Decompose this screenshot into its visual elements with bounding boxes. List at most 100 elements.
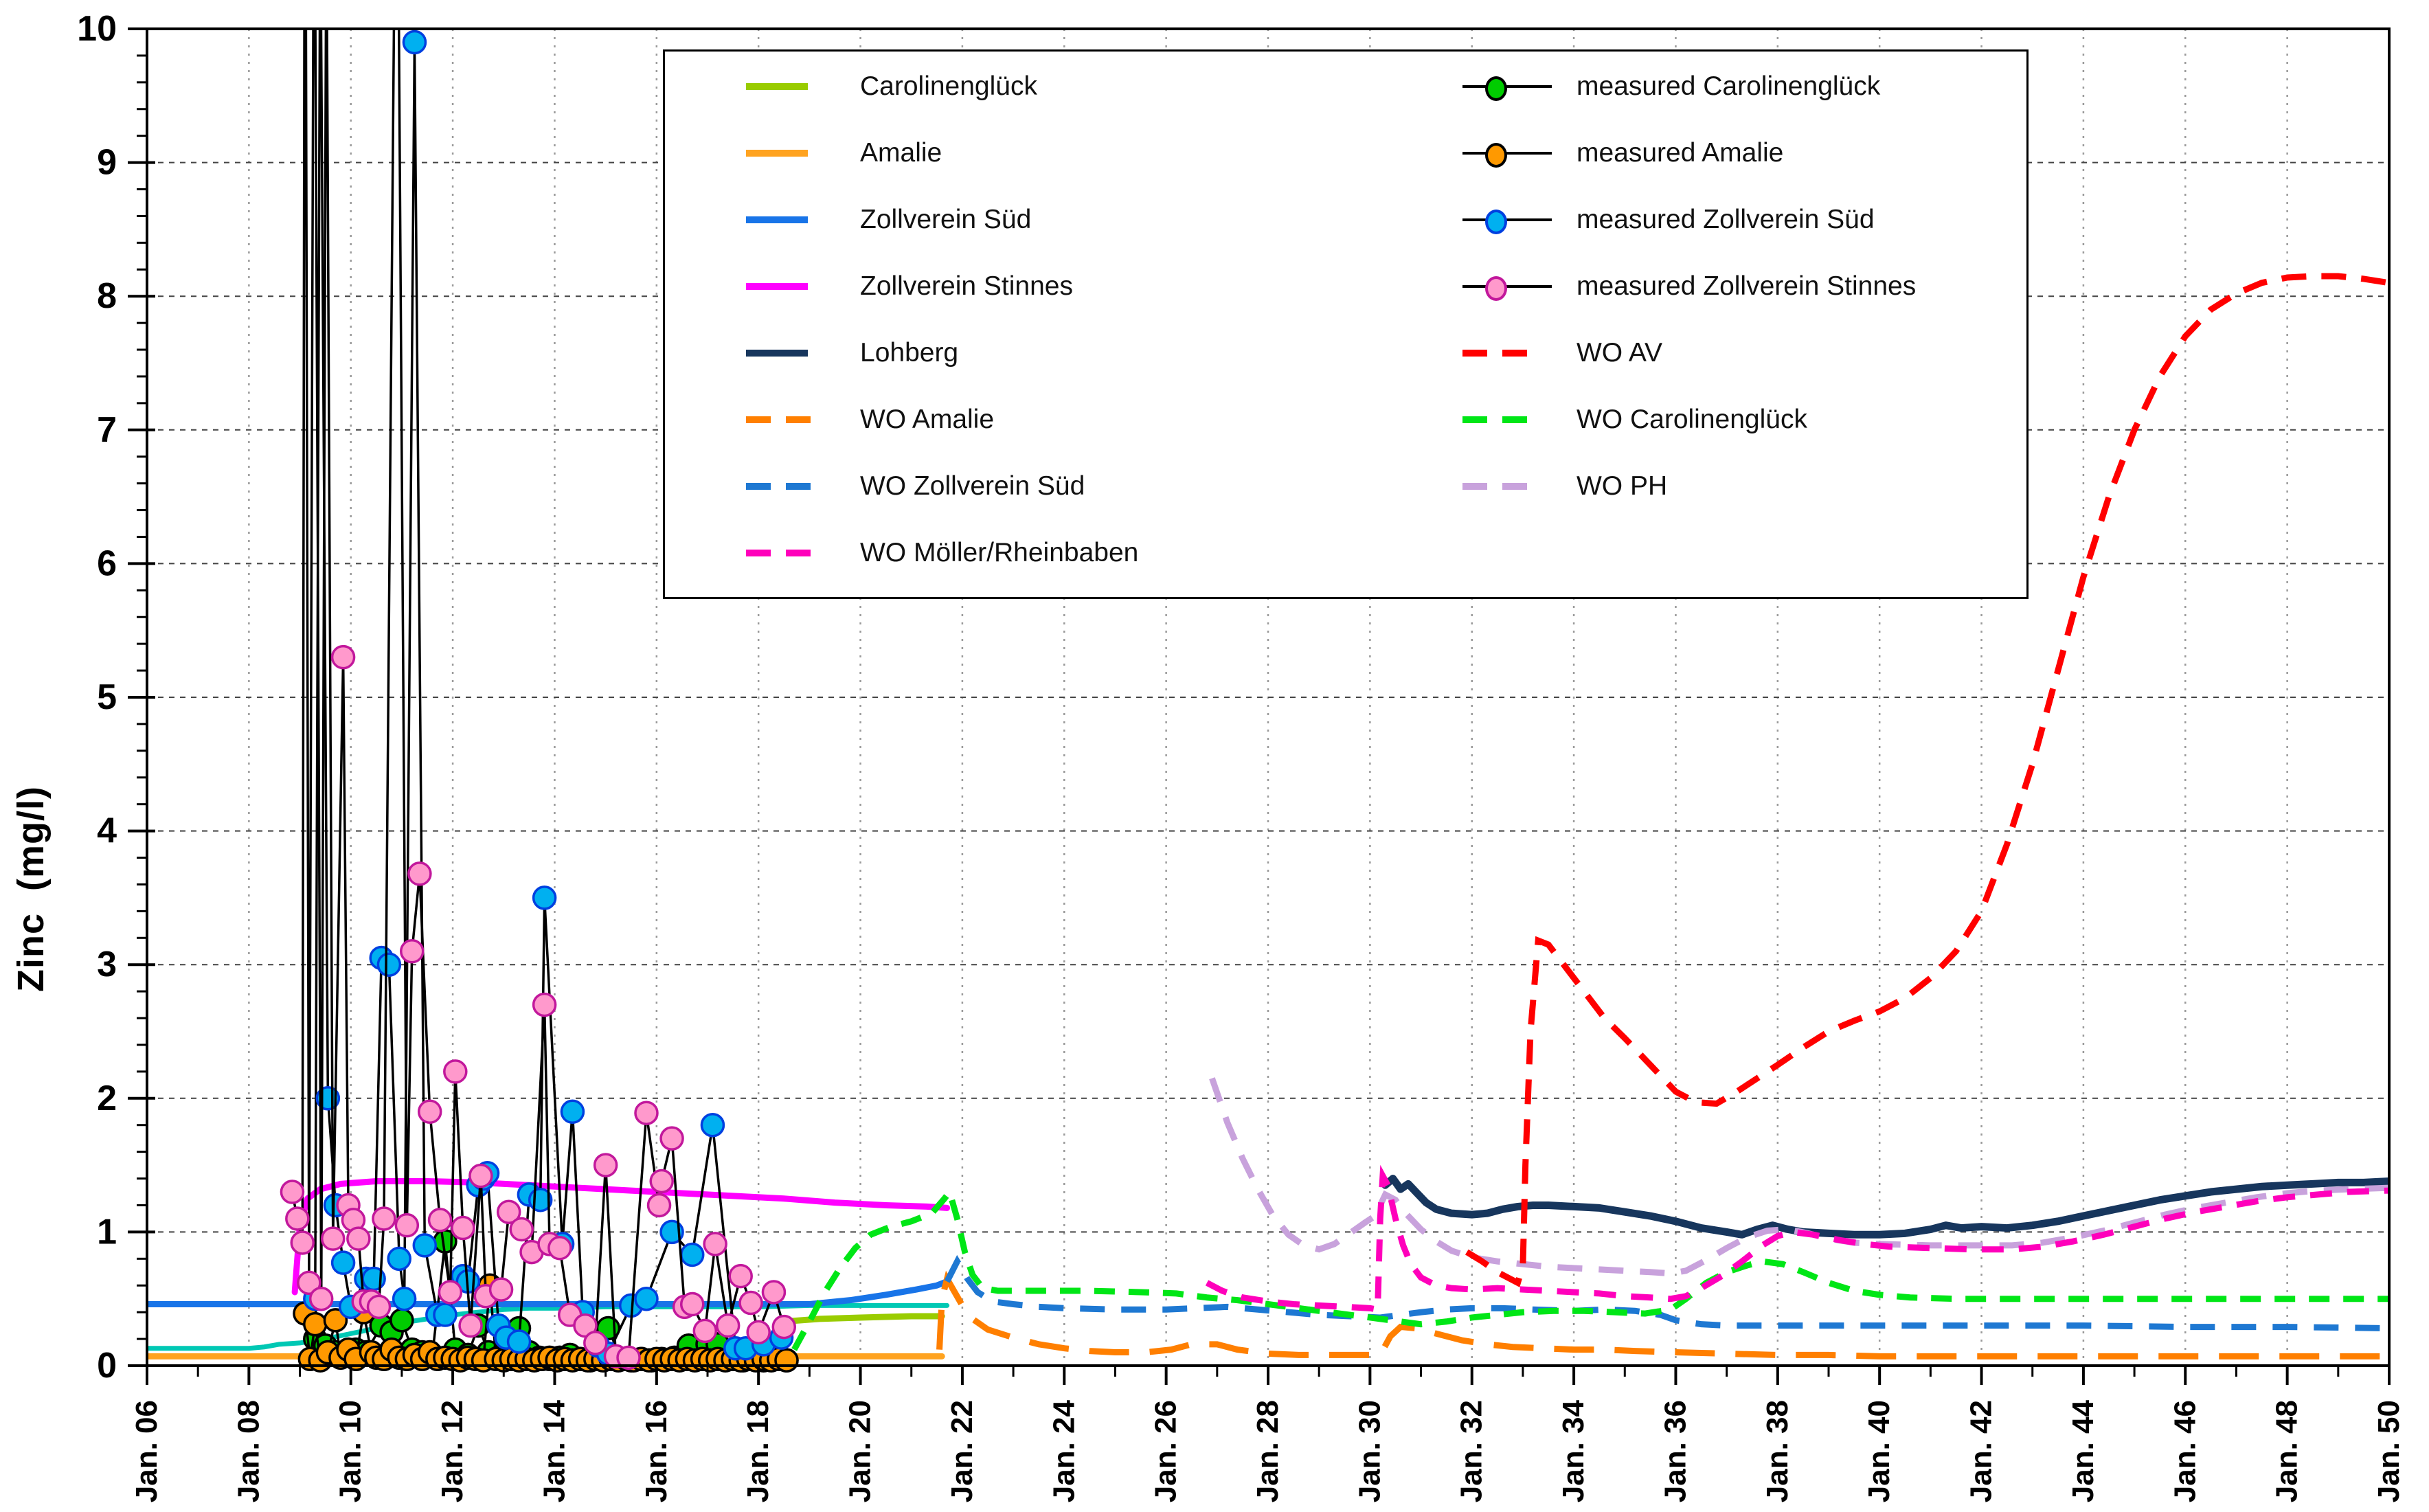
legend-label: WO Zollverein Süd [860, 471, 1085, 501]
marker-measured_zollverein_stinnes [762, 1281, 784, 1303]
line-carolinenglueck [784, 1316, 942, 1322]
x-tick-label: Jan. 08 [231, 1400, 265, 1502]
legend-item-wo-zollverein-s-d: WO Zollverein Süd [665, 453, 1346, 519]
legend-label: measured Zollverein Stinnes [1577, 271, 1916, 302]
legend-line-icon [746, 216, 849, 223]
marker-measured_zollverein_stinnes [348, 1228, 370, 1250]
x-tick-label: Jan. 18 [741, 1400, 775, 1502]
legend-line-icon [746, 150, 849, 157]
legend-item-wo-carolinengl-ck: WO Carolinenglück [1346, 386, 2026, 453]
marker-measured_zollverein_sued [378, 954, 400, 975]
legend-item-wo-amalie: WO Amalie [665, 386, 1346, 453]
legend-dashed-line-icon [1462, 483, 1566, 490]
marker-measured_zollverein_stinnes [460, 1315, 482, 1337]
marker-measured_amalie [776, 1349, 798, 1371]
marker-measured_zollverein_stinnes [534, 994, 556, 1016]
x-tick-label: Jan. 44 [2066, 1399, 2100, 1502]
legend-label: Amalie [860, 138, 942, 168]
legend-label: WO Möller/Rheinbaben [860, 538, 1138, 568]
x-tick-label: Jan. 20 [844, 1400, 877, 1502]
y-tick-label: 10 [77, 9, 117, 49]
legend-item-wo-av: WO AV [1346, 319, 2026, 386]
marker-measured_zollverein_stinnes [648, 1194, 670, 1216]
marker-measured_zollverein_sued [701, 1114, 723, 1136]
marker-measured_zollverein_stinnes [409, 863, 431, 885]
legend-item-wo-m-ller-rheinbaben: WO Möller/Rheinbaben [665, 519, 1346, 586]
marker-measured_zollverein_sued [414, 1234, 436, 1256]
marker-measured_zollverein_stinnes [291, 1232, 313, 1254]
legend-label: measured Carolinenglück [1577, 71, 1880, 102]
x-tick-label: Jan. 24 [1047, 1399, 1081, 1502]
legend-dashed-line-icon [746, 416, 849, 423]
marker-measured_zollverein_stinnes [773, 1316, 795, 1338]
legend-item-measured-carolinengl-ck: measured Carolinenglück [1346, 53, 2026, 120]
marker-measured_zollverein_stinnes [730, 1265, 752, 1287]
y-tick-label: 3 [97, 945, 117, 984]
legend-label: Carolinenglück [860, 71, 1037, 102]
legend-item-measured-amalie: measured Amalie [1346, 120, 2026, 186]
marker-measured_zollverein_stinnes [310, 1288, 332, 1310]
marker-measured_zollverein_stinnes [286, 1208, 308, 1230]
marker-measured_zollverein_stinnes [373, 1208, 395, 1230]
y-axis-title: Zinc (mg/l) [10, 786, 52, 992]
y-tick-label: 2 [97, 1079, 117, 1118]
y-tick-label: 5 [97, 677, 117, 717]
marker-measured_zollverein_sued [403, 31, 425, 53]
legend-line-icon [746, 350, 849, 357]
legend-line-icon [746, 83, 849, 90]
marker-measured_zollverein_stinnes [661, 1127, 683, 1149]
y-tick-label: 6 [97, 543, 117, 583]
x-tick-label: Jan. 38 [1761, 1400, 1794, 1502]
marker-measured_zollverein_stinnes [368, 1296, 390, 1318]
marker-measured_zollverein_stinnes [396, 1215, 418, 1237]
marker-measured_zollverein_stinnes [439, 1281, 461, 1303]
marker-measured_zollverein_stinnes [429, 1209, 451, 1231]
y-tick-label: 0 [97, 1346, 117, 1386]
marker-measured_zollverein_stinnes [585, 1332, 607, 1354]
line-zollverein_stinnes [295, 1181, 947, 1292]
marker-measured_carolinenglueck [391, 1309, 413, 1331]
marker-measured_zollverein_stinnes [510, 1219, 532, 1241]
y-tick-label: 1 [97, 1212, 117, 1252]
y-tick-label: 4 [97, 811, 117, 851]
legend-label: WO Amalie [860, 405, 994, 435]
x-tick-label: Jan. 42 [1965, 1400, 1998, 1502]
legend-dashed-line-icon [746, 550, 849, 556]
marker-measured_zollverein_stinnes [490, 1278, 512, 1300]
marker-measured_zollverein_stinnes [635, 1102, 657, 1124]
x-tick-label: Jan. 46 [2168, 1400, 2202, 1502]
legend-label: WO AV [1577, 338, 1662, 368]
x-tick-label: Jan. 28 [1251, 1400, 1285, 1502]
y-tick-label: 9 [97, 143, 117, 183]
x-tick-label: Jan. 40 [1862, 1400, 1896, 1502]
y-tick-label: 8 [97, 276, 117, 316]
legend-label: WO PH [1577, 471, 1667, 501]
marker-measured_zollverein_stinnes [740, 1292, 762, 1314]
x-tick-label: Jan. 06 [130, 1400, 163, 1502]
marker-measured_zollverein_stinnes [322, 1228, 344, 1250]
marker-measured_zollverein_stinnes [470, 1165, 492, 1187]
legend-marker-icon [1462, 75, 1566, 98]
marker-measured_zollverein_sued [635, 1288, 657, 1310]
marker-measured_zollverein_sued [508, 1331, 530, 1353]
marker-measured_amalie [304, 1313, 326, 1335]
marker-measured_zollverein_sued [561, 1101, 583, 1122]
marker-measured_zollverein_stinnes [704, 1233, 726, 1255]
x-tick-label: Jan. 16 [640, 1400, 673, 1502]
marker-measured_zollverein_stinnes [419, 1101, 441, 1122]
x-tick-label: Jan. 34 [1557, 1399, 1590, 1502]
x-tick-label: Jan. 26 [1149, 1400, 1183, 1502]
marker-measured_zollverein_stinnes [681, 1293, 703, 1315]
marker-measured_zollverein_sued [534, 887, 556, 909]
legend-label: Lohberg [860, 338, 958, 368]
legend-item-measured-zollverein-s-d: measured Zollverein Süd [1346, 186, 2026, 253]
x-tick-label: Jan. 22 [945, 1400, 979, 1502]
legend-label: measured Zollverein Süd [1577, 205, 1875, 235]
line-wo_ph [1212, 1079, 2389, 1274]
marker-measured_zollverein_stinnes [747, 1321, 769, 1343]
marker-measured_zollverein_sued [394, 1288, 416, 1310]
marker-measured_zollverein_stinnes [651, 1170, 673, 1192]
x-tick-label: Jan. 50 [2372, 1400, 2406, 1502]
legend-dashed-line-icon [746, 483, 849, 490]
marker-measured_zollverein_stinnes [595, 1154, 617, 1176]
